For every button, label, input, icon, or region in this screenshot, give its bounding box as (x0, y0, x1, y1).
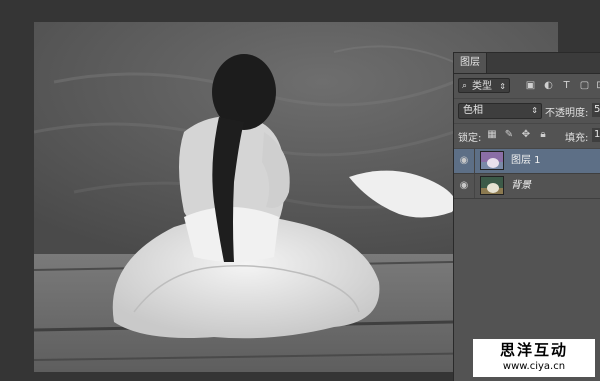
blend-opacity-row: 色相 ⇕ 不透明度: 50 (454, 99, 600, 124)
layer-thumbnail (480, 151, 504, 170)
watermark-title: 思洋互动 (499, 341, 568, 359)
layer-filter-select[interactable]: ⌕ 类型 ⇕ (458, 78, 510, 93)
chevron-updown-icon: ⇕ (531, 106, 538, 115)
lock-fill-row: 锁定: ▦ ✎ ✥ 🔒︎ 填充: 10 (454, 124, 600, 149)
watermark: 思洋互动 www.ciya.cn (473, 339, 595, 377)
layer-row[interactable]: ◉ 图层 1 (454, 149, 600, 174)
blend-mode-select[interactable]: 色相 ⇕ (458, 103, 542, 119)
adjustment-filter-icon[interactable]: ◐ (542, 79, 555, 92)
text-filter-icon[interactable]: T (560, 79, 573, 92)
chevron-updown-icon: ⇕ (499, 82, 506, 91)
layer-filter-row: ⌕ 类型 ⇕ ▣ ◐ T ▢ ⊡ (454, 74, 600, 99)
image-filter-icon[interactable]: ▣ (524, 79, 537, 92)
layer-row[interactable]: ◉ 背景 (454, 174, 600, 199)
lock-label: 锁定: (458, 133, 482, 144)
shape-filter-icon[interactable]: ▢ (578, 79, 591, 92)
layer-name[interactable]: 图层 1 (511, 149, 541, 173)
smart-object-filter-icon[interactable]: ⊡ (594, 79, 600, 92)
lock-image-icon[interactable]: ✎ (503, 129, 515, 141)
layers-panel: 图层 ⌕ 类型 ⇕ ▣ ◐ T ▢ ⊡ 色相 ⇕ 不透明度: 50 锁定: ▦ … (453, 52, 600, 381)
fill-input[interactable]: 10 (592, 128, 600, 142)
watermark-url: www.ciya.cn (502, 361, 566, 372)
lock-position-icon[interactable]: ✥ (520, 129, 532, 141)
lock-all-icon[interactable]: 🔒︎ (537, 129, 549, 141)
eye-icon[interactable]: ◉ (454, 174, 475, 198)
search-icon: ⌕ (462, 81, 468, 91)
blend-mode-value: 色相 (463, 105, 483, 116)
lock-transparent-icon[interactable]: ▦ (486, 129, 498, 141)
fill-label: 填充: (565, 133, 589, 144)
eye-icon[interactable]: ◉ (454, 149, 475, 173)
opacity-input[interactable]: 50 (592, 103, 600, 117)
tab-layers[interactable]: 图层 (454, 53, 487, 73)
filter-type-label: 类型 (472, 81, 492, 92)
layer-thumbnail (480, 176, 504, 195)
panel-header: 图层 (454, 53, 600, 74)
layer-name[interactable]: 背景 (511, 174, 531, 198)
opacity-label: 不透明度: (545, 108, 589, 119)
